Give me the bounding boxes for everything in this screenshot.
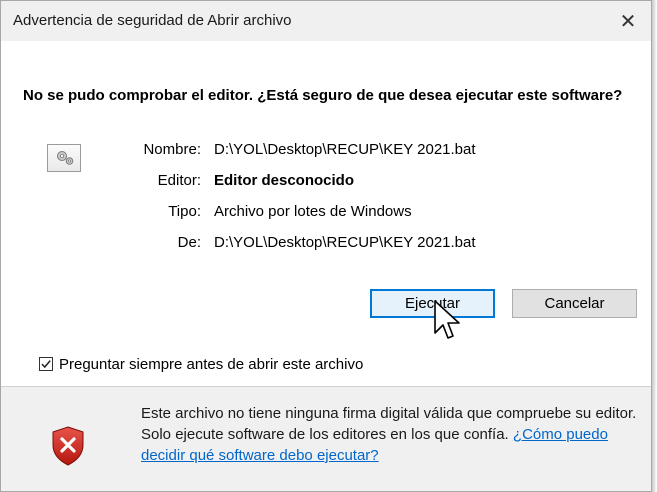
window-shadow — [652, 0, 657, 492]
cancel-button[interactable]: Cancelar — [512, 289, 637, 318]
security-warning-dialog: Advertencia de seguridad de Abrir archiv… — [0, 0, 652, 492]
warning-heading: No se pudo comprobar el editor. ¿Está se… — [23, 87, 623, 104]
shield-error-icon — [52, 426, 84, 466]
batch-file-gears-icon — [47, 144, 81, 172]
publisher-value: Editor desconocido — [214, 172, 355, 189]
name-label: Nombre: — [143, 141, 201, 158]
from-label: De: — [177, 234, 201, 251]
type-value: Archivo por lotes de Windows — [214, 203, 412, 220]
from-value: D:\YOL\Desktop\RECUP\KEY 2021.bat — [214, 234, 476, 251]
always-ask-checkbox[interactable] — [39, 357, 53, 371]
publisher-label: Editor: — [157, 172, 201, 189]
close-icon[interactable]: ✕ — [605, 1, 651, 41]
always-ask-label[interactable]: Preguntar siempre antes de abrir este ar… — [59, 356, 363, 373]
warning-message: Este archivo no tiene ninguna firma digi… — [141, 403, 641, 466]
type-label: Tipo: — [168, 203, 201, 220]
title-bar: Advertencia de seguridad de Abrir archiv… — [1, 1, 651, 41]
name-value: D:\YOL\Desktop\RECUP\KEY 2021.bat — [214, 141, 476, 158]
window-title: Advertencia de seguridad de Abrir archiv… — [13, 12, 292, 29]
mouse-pointer-icon — [434, 300, 460, 339]
